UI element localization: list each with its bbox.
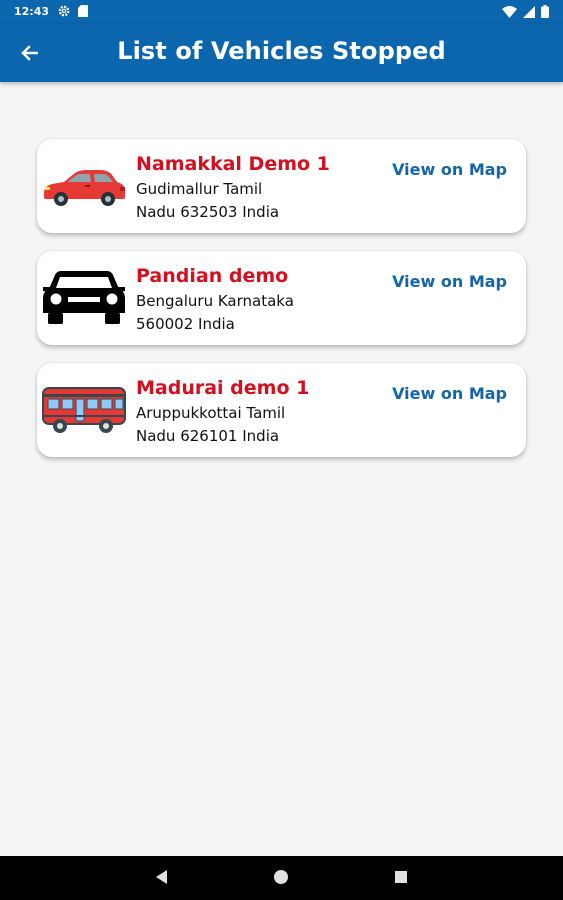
page-title: List of Vehicles Stopped [117,37,446,65]
vehicle-address-line2: Nadu 632503 India [136,203,280,221]
vehicle-info: Namakkal Demo 1 Gudimallur Tamil Nadu 63… [136,151,386,223]
view-on-map-link[interactable]: View on Map [392,272,507,291]
vehicle-address-line1: Bengaluru Karnataka [136,292,294,310]
bus-red-icon [42,387,126,433]
status-time: 12:43 [14,5,50,18]
system-nav-bar [0,856,563,900]
battery-icon [541,5,549,18]
vehicle-name: Pandian demo [136,265,289,287]
status-left-icons [58,5,88,17]
status-right-icons [502,5,549,18]
view-on-map-link[interactable]: View on Map [392,160,507,179]
vehicle-name: Namakkal Demo 1 [136,153,330,175]
vehicle-card[interactable]: Pandian demo Bengaluru Karnataka 560002 … [37,251,526,345]
view-on-map-link[interactable]: View on Map [392,384,507,403]
app-bar: List of Vehicles Stopped [0,24,563,82]
vehicle-address-line2: 560002 India [136,315,235,333]
car-black-icon [43,271,125,324]
status-bar: 12:43 [0,0,563,24]
back-triangle-icon[interactable] [153,868,169,886]
recents-square-icon[interactable] [393,868,409,886]
wifi-icon [502,5,517,18]
vehicle-card[interactable]: Namakkal Demo 1 Gudimallur Tamil Nadu 63… [37,139,526,233]
vehicle-name: Madurai demo 1 [136,377,310,399]
vehicle-address-line1: Gudimallur Tamil [136,180,263,198]
vehicle-address-line2: Nadu 626101 India [136,427,280,445]
vehicle-info: Madurai demo 1 Aruppukkottai Tamil Nadu … [136,375,386,447]
settings-icon [58,5,70,17]
sd-card-icon [78,5,88,17]
car-red-icon [44,170,125,206]
home-circle-icon[interactable] [272,868,290,886]
vehicle-card[interactable]: Madurai demo 1 Aruppukkottai Tamil Nadu … [37,363,526,457]
vehicle-info: Pandian demo Bengaluru Karnataka 560002 … [136,263,386,335]
signal-icon [523,5,535,18]
vehicle-address-line1: Aruppukkottai Tamil [136,404,286,422]
